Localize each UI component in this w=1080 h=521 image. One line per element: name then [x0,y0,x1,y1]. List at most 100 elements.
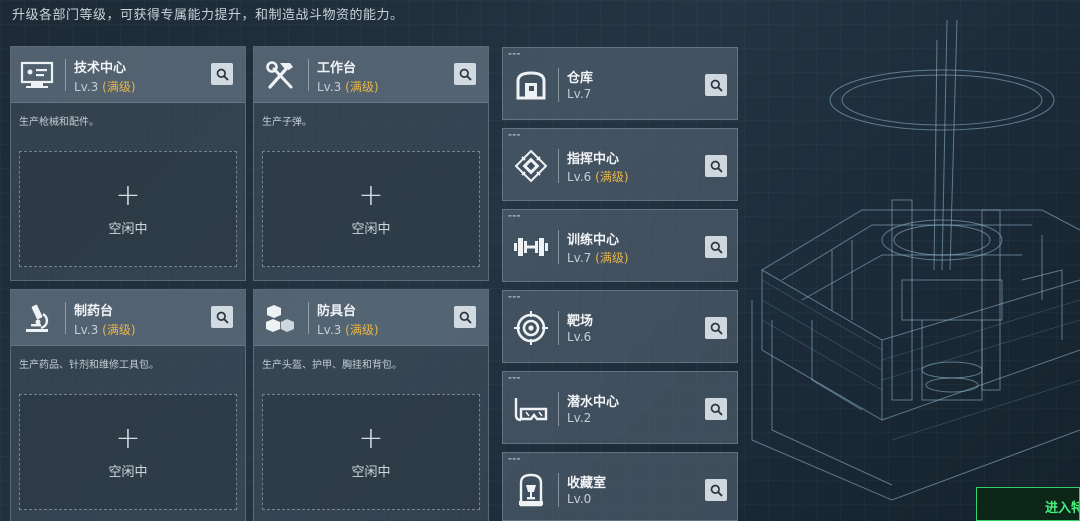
department-card-command-center[interactable]: ▬▬▬ 指挥中心 Lv.6 (满级) [502,128,738,201]
maxed-tag: (满级) [102,80,136,94]
department-name: 指挥中心 [567,152,620,167]
department-name: 仓库 [567,71,594,86]
computer-icon [17,55,57,95]
workshop-card-pharmacy[interactable]: 制药台 Lv.3 (满级) 生产药品、针剂和维修工具包。 + 空闲中 [10,289,246,521]
department-card-training-center[interactable]: ▬▬▬ 训练中心 Lv.7 (满级) [502,209,738,282]
search-button[interactable] [705,236,727,258]
magnifier-icon [459,311,472,324]
search-button[interactable] [705,155,727,177]
production-slot[interactable]: + 空闲中 [262,151,480,267]
divider [558,473,559,507]
department-name: 靶场 [567,314,594,329]
department-level: Lv.6 [567,330,592,344]
workshop-card-tech-center[interactable]: 技术中心 Lv.3 (满级) 生产枪械和配件。 + 空闲中 [10,46,246,281]
divider [308,59,309,91]
add-icon: + [358,420,384,456]
card-corner-marks: ▬▬▬ [508,213,521,218]
divider [558,311,559,345]
slot-status: 空闲中 [351,464,391,480]
card-header: 技术中心 Lv.3 (满级) [11,47,245,103]
maxed-tag: (满级) [595,251,629,265]
search-button[interactable] [211,306,233,328]
maxed-tag: (满级) [345,80,379,94]
diving-mask-icon [511,389,551,429]
search-button[interactable] [705,74,727,96]
department-level: Lv.6 (满级) [567,170,629,184]
upgrade-hint: 升级各部门等级，可获得专属能力提升，和制造战斗物资的能力。 [12,8,404,23]
workshop-description: 生产药品、针剂和维修工具包。 [19,360,159,371]
workshop-card-armor-bench[interactable]: 防具台 Lv.3 (满级) 生产头盔、护甲、胸挂和背包。 + 空闲中 [253,289,489,521]
card-header: 制药台 Lv.3 (满级) [11,290,245,346]
workshop-name: 防具台 [317,304,357,319]
slot-status: 空闲中 [108,464,148,480]
workshop-name: 制药台 [74,304,114,319]
search-button[interactable] [705,398,727,420]
card-corner-marks: ▬▬▬ [508,132,521,137]
trophy-display-icon [511,470,551,510]
warehouse-icon [511,65,551,105]
search-button[interactable] [454,63,476,85]
card-header: 防具台 Lv.3 (满级) [254,290,488,346]
search-button[interactable] [454,306,476,328]
magnifier-icon [710,241,723,254]
target-icon [511,308,551,348]
production-slot[interactable]: + 空闲中 [19,394,237,510]
production-slot[interactable]: + 空闲中 [262,394,480,510]
divider [558,68,559,102]
magnifier-icon [216,68,229,81]
card-corner-marks: ▬▬▬ [508,456,521,461]
card-corner-marks: ▬▬▬ [508,51,521,56]
hammer-wrench-icon [260,55,300,95]
workshop-name: 技术中心 [74,61,127,76]
dumbbell-icon [511,227,551,267]
magnifier-icon [710,160,723,173]
production-slot[interactable]: + 空闲中 [19,151,237,267]
maxed-tag: (满级) [345,323,379,337]
add-icon: + [115,420,141,456]
department-level: Lv.2 [567,411,592,425]
add-icon: + [115,177,141,213]
department-name: 潜水中心 [567,395,620,410]
slot-status: 空闲中 [108,221,148,237]
microscope-icon [17,298,57,338]
divider [558,230,559,264]
magnifier-icon [710,484,723,497]
department-card-collection-room[interactable]: ▬▬▬ 收藏室 Lv.0 [502,452,738,521]
department-level: Lv.7 [567,87,592,101]
divider [65,59,66,91]
card-corner-marks: ▬▬▬ [508,375,521,380]
workshop-description: 生产枪械和配件。 [19,117,99,128]
card-header: 工作台 Lv.3 (满级) [254,47,488,103]
workshop-card-workbench[interactable]: 工作台 Lv.3 (满级) 生产子弹。 + 空闲中 [253,46,489,281]
department-card-diving-center[interactable]: ▬▬▬ 潜水中心 Lv.2 [502,371,738,444]
search-button[interactable] [211,63,233,85]
magnifier-icon [710,322,723,335]
magnifier-icon [216,311,229,324]
workshop-level: Lv.3 (满级) [74,80,136,94]
search-button[interactable] [705,317,727,339]
maxed-tag: (满级) [595,170,629,184]
department-card-warehouse[interactable]: ▬▬▬ 仓库 Lv.7 [502,47,738,120]
chip-icon [511,146,551,186]
enter-button[interactable]: 进入特 [976,487,1080,521]
base-hologram-illustration [742,19,1080,521]
cubes-icon [260,298,300,338]
workshop-level: Lv.3 (满级) [74,323,136,337]
department-card-shooting-range[interactable]: ▬▬▬ 靶场 Lv.6 [502,290,738,363]
add-icon: + [358,177,384,213]
divider [558,392,559,426]
search-button[interactable] [705,479,727,501]
magnifier-icon [710,79,723,92]
divider [65,302,66,334]
workshop-description: 生产头盔、护甲、胸挂和背包。 [262,360,402,371]
slot-status: 空闲中 [351,221,391,237]
workshop-level: Lv.3 (满级) [317,323,379,337]
magnifier-icon [710,403,723,416]
card-corner-marks: ▬▬▬ [508,294,521,299]
magnifier-icon [459,68,472,81]
maxed-tag: (满级) [102,323,136,337]
department-name: 收藏室 [567,476,607,491]
department-name: 训练中心 [567,233,620,248]
divider [558,149,559,183]
department-level: Lv.7 (满级) [567,251,629,265]
